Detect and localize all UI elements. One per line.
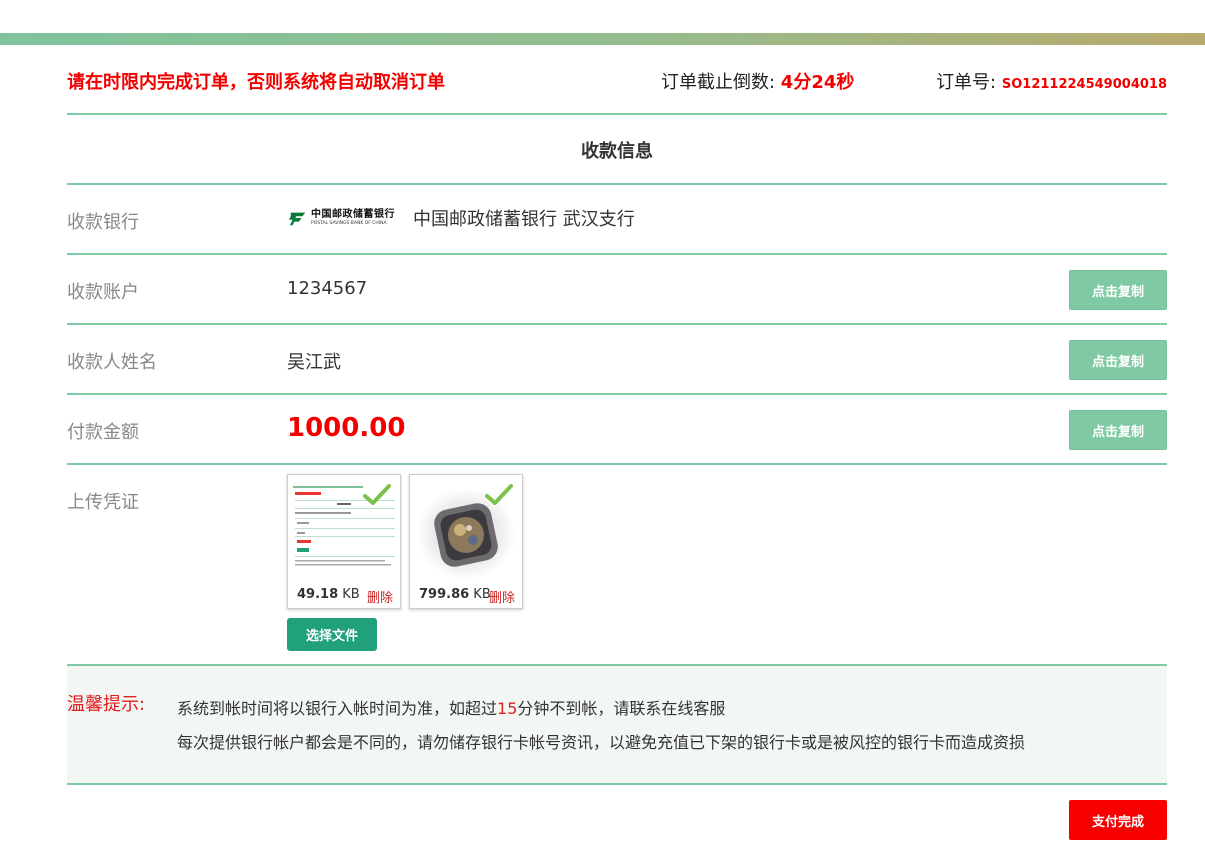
upload-thumbnail[interactable]: 49.18 KB 删除 — [287, 474, 401, 609]
bank-label: 收款银行 — [67, 212, 139, 233]
file-size: 49.18 KB — [297, 587, 360, 602]
top-gradient-bar — [0, 33, 1205, 45]
notice-panel: 温馨提示: 系统到帐时间将以银行入帐时间为准，如超过15分钟不到帐，请联系在线客… — [67, 666, 1167, 784]
countdown-label: 订单截止倒数: — [661, 72, 781, 93]
divider — [67, 113, 1167, 115]
order-number-label: 订单号: — [936, 72, 1002, 93]
bank-info: 中国邮政储蓄银行 POSTAL SAVINGS BANK OF CHINA 中国… — [289, 204, 635, 232]
bank-name: 中国邮政储蓄银行 武汉支行 — [413, 209, 635, 230]
file-size: 799.86 KB — [419, 587, 491, 602]
copy-name-button[interactable]: 点击复制 — [1069, 340, 1167, 380]
notice-line-1-tail: 分钟不到帐，请联系在线客服 — [517, 699, 726, 718]
postal-bank-logo: 中国邮政储蓄银行 POSTAL SAVINGS BANK OF CHINA — [289, 204, 401, 232]
amount-label: 付款金额 — [67, 422, 139, 443]
account-label: 收款账户 — [67, 282, 139, 303]
notice-label: 温馨提示: — [67, 694, 146, 715]
choose-file-button[interactable]: 选择文件 — [287, 618, 377, 651]
upload-label: 上传凭证 — [67, 492, 139, 513]
bank-logo-cn: 中国邮政储蓄银行 — [311, 208, 395, 220]
account-value: 1234567 — [287, 278, 368, 299]
upload-thumbnail[interactable]: 799.86 KB 删除 — [409, 474, 523, 609]
file-size-unit: KB — [338, 587, 360, 602]
file-size-value: 799.86 — [419, 587, 470, 602]
delete-upload-link[interactable]: 删除 — [367, 587, 393, 606]
copy-amount-button[interactable]: 点击复制 — [1069, 410, 1167, 450]
timeout-warning: 请在时限内完成订单，否则系统将自动取消订单 — [67, 72, 445, 93]
notice-minutes: 15 — [497, 699, 518, 718]
divider — [67, 393, 1167, 395]
amount-value: 1000.00 — [287, 413, 406, 443]
payee-name-label: 收款人姓名 — [67, 352, 157, 373]
file-size-value: 49.18 — [297, 587, 339, 602]
bank-logo-en: POSTAL SAVINGS BANK OF CHINA — [311, 220, 387, 226]
divider — [67, 253, 1167, 255]
postal-bank-icon — [289, 212, 306, 226]
order-number: 订单号: SO1211224549004018 — [936, 68, 1167, 94]
check-icon — [485, 484, 513, 505]
check-icon — [363, 484, 391, 505]
countdown-value: 4分24秒 — [780, 72, 855, 93]
divider — [67, 463, 1167, 465]
section-title: 收款信息 — [581, 141, 653, 162]
countdown: 订单截止倒数: 4分24秒 — [661, 68, 854, 94]
payee-name-value: 吴江武 — [287, 352, 341, 373]
notice-line-1-text: 系统到帐时间将以银行入帐时间为准，如超过 — [177, 699, 498, 718]
notice-line-2: 每次提供银行帐户都会是不同的，请勿储存银行卡帐号资讯，以避免充值已下架的银行卡或… — [177, 733, 1026, 752]
order-number-value: SO1211224549004018 — [1001, 77, 1167, 92]
divider — [67, 183, 1167, 185]
delete-upload-link[interactable]: 删除 — [489, 587, 515, 606]
divider — [67, 323, 1167, 325]
payment-complete-button[interactable]: 支付完成 — [1069, 800, 1167, 840]
copy-account-button[interactable]: 点击复制 — [1069, 270, 1167, 310]
divider — [67, 783, 1167, 785]
file-size-unit: KB — [469, 587, 491, 602]
notice-line-1: 系统到帐时间将以银行入帐时间为准，如超过15分钟不到帐，请联系在线客服 — [177, 695, 725, 719]
order-header: 请在时限内完成订单，否则系统将自动取消订单 订单截止倒数: 4分24秒 订单号:… — [67, 66, 1167, 96]
